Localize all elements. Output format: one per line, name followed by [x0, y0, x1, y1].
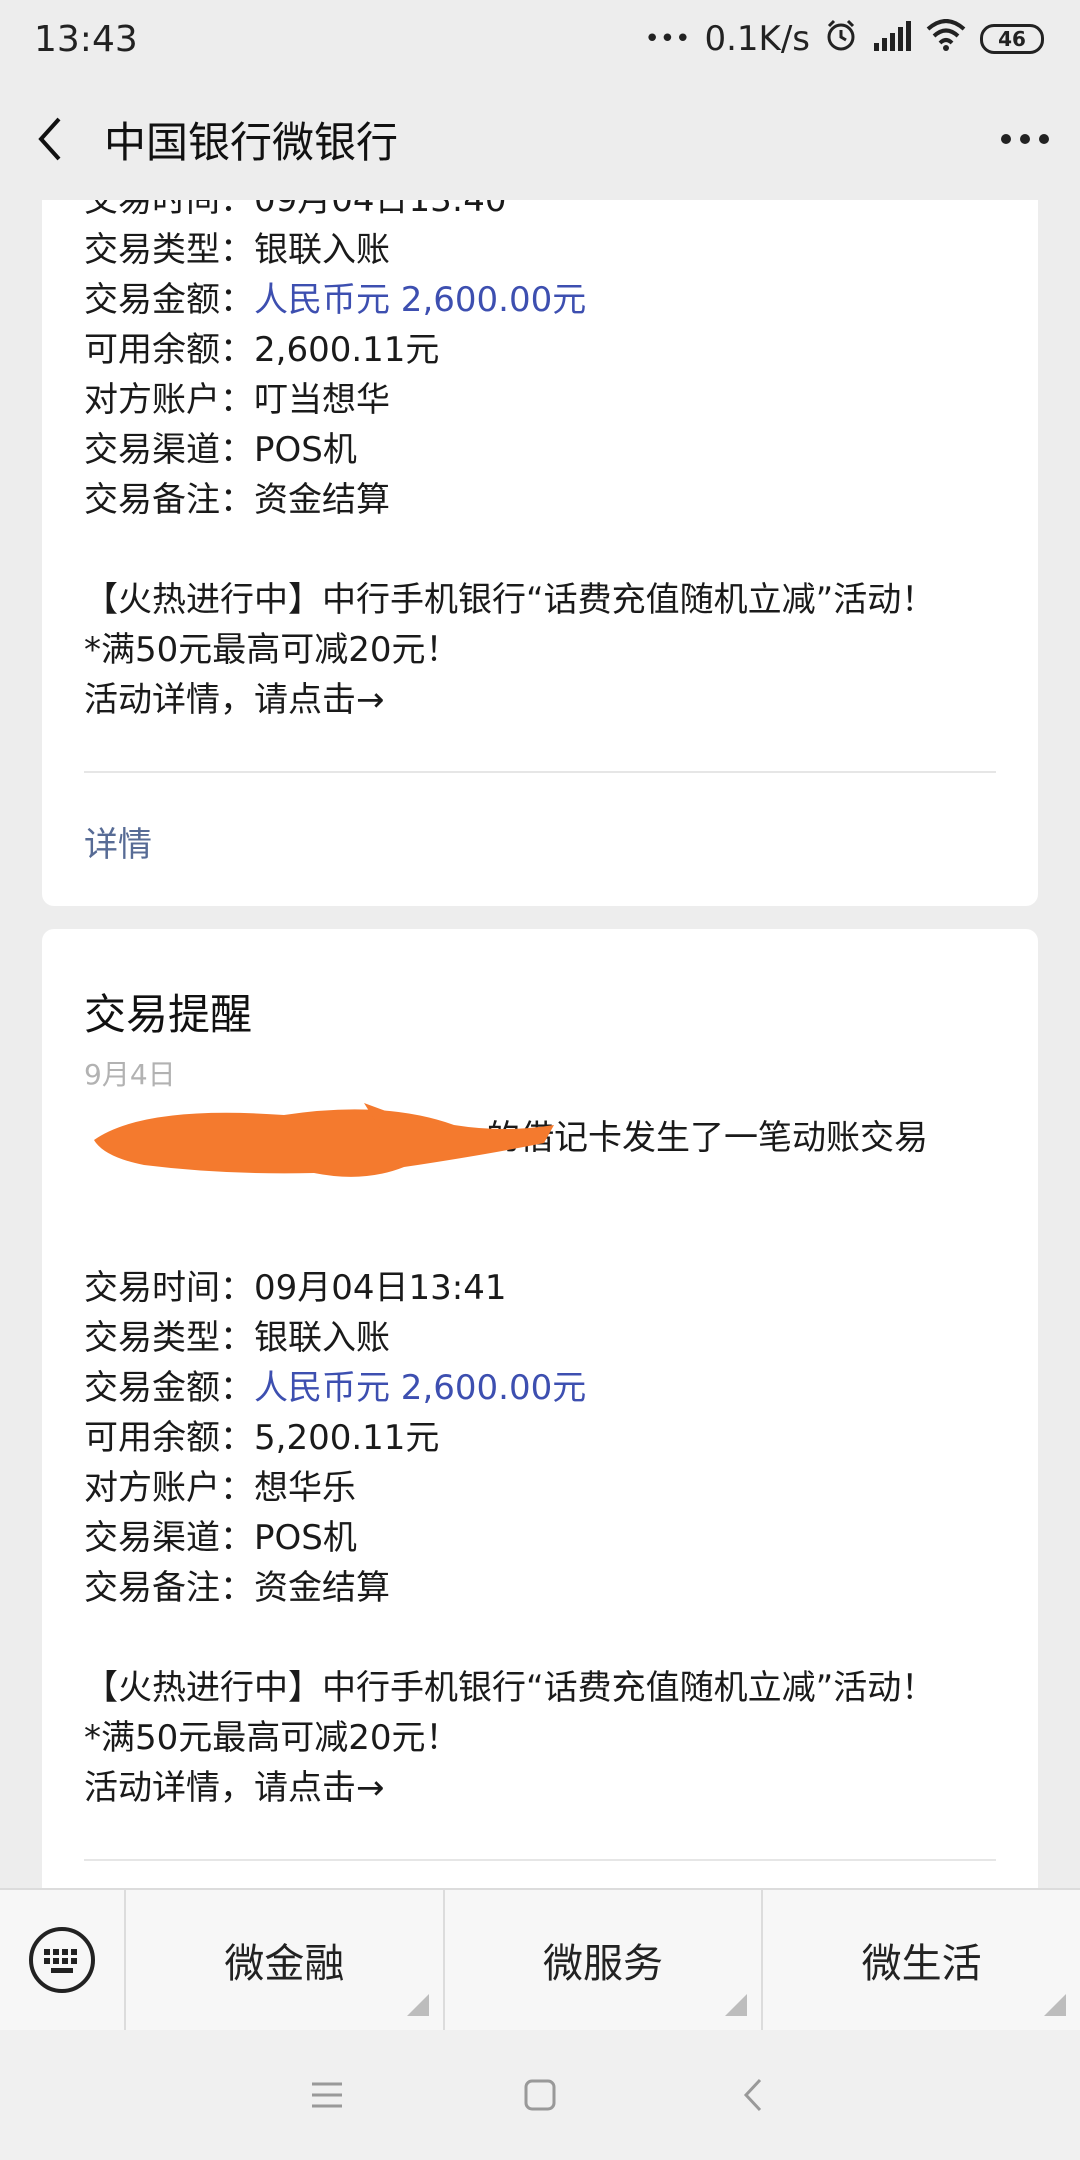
system-back-button[interactable] [713, 2055, 793, 2135]
card-title: 交易提醒 [84, 990, 253, 1039]
nav-bar: 中国银行微银行 [0, 78, 1080, 200]
battery-level: 46 [998, 27, 1026, 51]
status-icons: ••• 0.1K/s 46 [644, 18, 1044, 61]
promo-line: 【火热进行中】中行手机银行“话费充值随机立减”活动！ [84, 1668, 936, 1708]
transaction-card: 交易时间：09月04日13:40 交易类型：银联入账 交易金额：人民币元 2,6… [42, 200, 1038, 906]
status-dots: ••• [644, 24, 691, 54]
detail-line: 交易类型：银联入账 [84, 230, 390, 270]
detail-line: 对方账户：想华乐 [84, 1468, 356, 1508]
signal-icon [872, 19, 912, 60]
card-date: 9月4日 [84, 1058, 176, 1091]
system-nav-bar [0, 2030, 1080, 2160]
status-bar: 13:43 ••• 0.1K/s 46 [0, 0, 1080, 78]
divider [84, 771, 996, 773]
partial-line: 交易时间：09月04日13:40 [84, 200, 507, 220]
submenu-corner-icon [1044, 1994, 1067, 2016]
home-button[interactable] [500, 2055, 580, 2135]
battery-icon: 46 [980, 24, 1044, 54]
home-square-icon [524, 2079, 556, 2111]
detail-line: 可用余额：5,200.11元 [84, 1418, 440, 1458]
detail-line-amount: 交易金额：人民币元 2,600.00元 [84, 280, 587, 320]
detail-line: 交易备注：资金结算 [84, 1568, 390, 1608]
back-button[interactable] [0, 78, 100, 200]
page-title: 中国银行微银行 [104, 117, 399, 167]
alarm-icon [824, 18, 858, 61]
promo-line: 【火热进行中】中行手机银行“话费充值随机立减”活动！ [84, 580, 936, 620]
chevron-left-icon [38, 117, 61, 161]
chevron-left-icon [744, 2078, 762, 2112]
divider [84, 1859, 996, 1861]
transaction-card: 交易提醒 9月4日 的借记卡发生了一笔动账交易 交易时间：09月04日13:41… [42, 929, 1038, 1888]
keyboard-toggle-button[interactable] [0, 1890, 124, 2030]
status-time: 13:43 [34, 18, 138, 60]
detail-line: 可用余额：2,600.11元 [84, 330, 440, 370]
net-speed: 0.1K/s [704, 19, 810, 59]
menu-item-service[interactable]: 微服务 [442, 1890, 762, 2030]
promo-link[interactable]: 活动详情，请点击→ [84, 1763, 996, 1813]
card-intro: 的借记卡发生了一笔动账交易 [84, 1103, 996, 1177]
message-list[interactable]: 交易时间：09月04日13:40 交易类型：银联入账 交易金额：人民币元 2,6… [0, 200, 1080, 1888]
menu-lines-icon [311, 2082, 342, 2108]
wifi-icon [926, 18, 966, 60]
detail-line: 交易渠道：POS机 [84, 1518, 357, 1558]
promo-line: *满50元最高可减20元！ [84, 1718, 460, 1758]
more-dots-icon [1001, 134, 1049, 144]
detail-line-amount: 交易金额：人民币元 2,600.00元 [84, 1368, 587, 1408]
detail-line: 交易时间：09月04日13:41 [84, 1268, 507, 1308]
detail-line: 交易渠道：POS机 [84, 430, 357, 470]
keyboard-icon [29, 1927, 95, 1993]
menu-item-life[interactable]: 微生活 [761, 1890, 1080, 2030]
menu-item-finance[interactable]: 微金融 [124, 1890, 443, 2030]
detail-line: 交易备注：资金结算 [84, 480, 390, 520]
redaction-scribble [94, 1103, 554, 1177]
promo-link[interactable]: 活动详情，请点击→ [84, 675, 996, 725]
bottom-menu: 微金融 微服务 微生活 [0, 1888, 1080, 2030]
promo-line: *满50元最高可减20元！ [84, 630, 460, 670]
more-button[interactable] [970, 78, 1080, 200]
detail-line: 交易类型：银联入账 [84, 1318, 390, 1358]
submenu-corner-icon [406, 1994, 429, 2016]
details-link[interactable]: 详情 [84, 817, 996, 866]
submenu-corner-icon [725, 1994, 748, 2016]
recent-apps-button[interactable] [287, 2055, 367, 2135]
detail-line: 对方账户：叮当想华 [84, 380, 390, 420]
